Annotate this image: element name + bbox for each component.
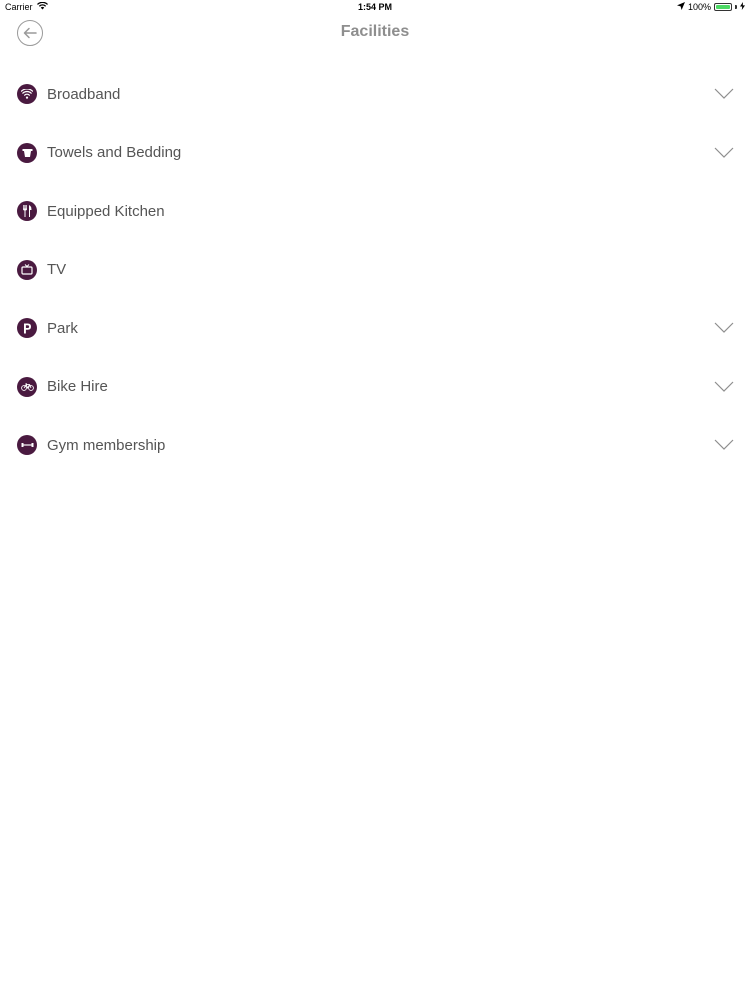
chevron-down-icon[interactable]: [714, 322, 734, 334]
facility-label: Equipped Kitchen: [47, 202, 165, 220]
facility-label: Towels and Bedding: [47, 144, 182, 162]
facility-label: TV: [47, 261, 67, 279]
facility-label: Park: [47, 319, 78, 337]
chevron-down-icon[interactable]: [714, 381, 734, 393]
location-arrow-icon: [676, 2, 685, 12]
facility-item-gym-membership[interactable]: Gym membership: [0, 416, 750, 475]
page-title: Facilities: [340, 23, 410, 40]
bicycle-icon: [17, 376, 37, 397]
facility-item-bike-hire[interactable]: Bike Hire: [0, 358, 750, 417]
battery-percent: 100%: [687, 2, 711, 12]
chevron-down-icon[interactable]: [714, 147, 734, 159]
dumbbell-icon: [17, 435, 37, 456]
tv-icon: [17, 259, 37, 280]
battery-tip: [735, 5, 737, 9]
cutlery-icon: [17, 201, 37, 222]
status-right: 100%: [676, 2, 745, 12]
chevron-down-icon[interactable]: [714, 439, 734, 451]
status-time: 1:54 PM: [357, 2, 392, 12]
bucket-icon: [17, 142, 37, 163]
battery-fill: [716, 5, 730, 9]
status-bar: Carrier 1:54 PM 100%: [0, 0, 750, 16]
navigation-bar: Facilities: [0, 16, 750, 50]
facility-item-equipped-kitchen[interactable]: Equipped Kitchen: [0, 182, 750, 241]
facility-list: Broadband Towels and Bedding Equipped Ki…: [0, 65, 750, 475]
facility-label: Broadband: [47, 85, 121, 103]
facility-item-broadband[interactable]: Broadband: [0, 65, 750, 124]
parking-icon: [17, 318, 37, 339]
facility-label: Bike Hire: [47, 378, 108, 396]
battery-icon: [714, 3, 732, 11]
wifi-icon: [17, 84, 37, 105]
facility-item-park[interactable]: Park: [0, 299, 750, 358]
charging-bolt-icon: [740, 2, 745, 12]
facility-label: Gym membership: [47, 436, 166, 454]
facility-item-tv[interactable]: TV: [0, 241, 750, 300]
facility-item-towels-and-bedding[interactable]: Towels and Bedding: [0, 124, 750, 183]
chevron-down-icon[interactable]: [714, 88, 734, 100]
